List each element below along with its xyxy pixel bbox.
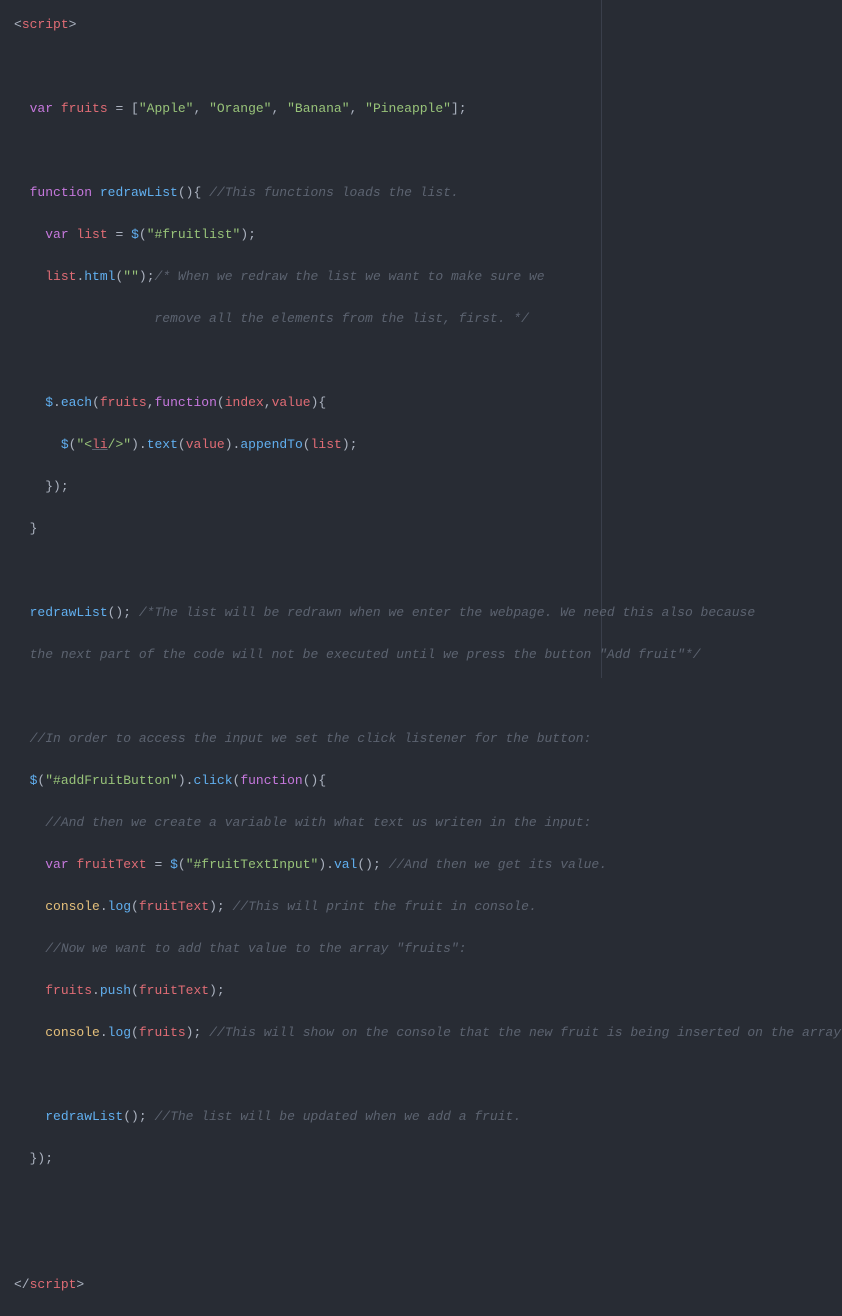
code-line: } bbox=[14, 518, 828, 539]
code-line: }); bbox=[14, 1148, 828, 1169]
code-line: $("<li/>").text(value).appendTo(list); bbox=[14, 434, 828, 455]
code-line: the next part of the code will not be ex… bbox=[14, 644, 828, 665]
code-editor[interactable]: <script> var fruits = ["Apple", "Orange"… bbox=[0, 0, 842, 678]
code-line bbox=[14, 1232, 828, 1253]
code-line: fruits.push(fruitText); bbox=[14, 980, 828, 1001]
code-line: var fruitText = $("#fruitTextInput").val… bbox=[14, 854, 828, 875]
code-line: //And then we create a variable with wha… bbox=[14, 812, 828, 833]
code-line: var list = $("#fruitlist"); bbox=[14, 224, 828, 245]
code-line bbox=[14, 560, 828, 581]
code-line: $.each(fruits,function(index,value){ bbox=[14, 392, 828, 413]
code-line: list.html("");/* When we redraw the list… bbox=[14, 266, 828, 287]
code-line: //Now we want to add that value to the a… bbox=[14, 938, 828, 959]
code-line bbox=[14, 1190, 828, 1211]
code-line: redrawList(); /*The list will be redrawn… bbox=[14, 602, 828, 623]
code-line: console.log(fruitText); //This will prin… bbox=[14, 896, 828, 917]
code-line bbox=[14, 686, 828, 707]
code-line: </script> bbox=[14, 1274, 828, 1295]
code-line bbox=[14, 350, 828, 371]
code-line: //In order to access the input we set th… bbox=[14, 728, 828, 749]
code-line: console.log(fruits); //This will show on… bbox=[14, 1022, 828, 1043]
code-line: var fruits = ["Apple", "Orange", "Banana… bbox=[14, 98, 828, 119]
code-line: function redrawList(){ //This functions … bbox=[14, 182, 828, 203]
code-line: <script> bbox=[14, 14, 828, 35]
code-line: remove all the elements from the list, f… bbox=[14, 308, 828, 329]
code-line: $("#addFruitButton").click(function(){ bbox=[14, 770, 828, 791]
code-line bbox=[14, 1064, 828, 1085]
code-line: redrawList(); //The list will be updated… bbox=[14, 1106, 828, 1127]
code-line bbox=[14, 140, 828, 161]
code-line bbox=[14, 56, 828, 77]
code-line: }); bbox=[14, 476, 828, 497]
